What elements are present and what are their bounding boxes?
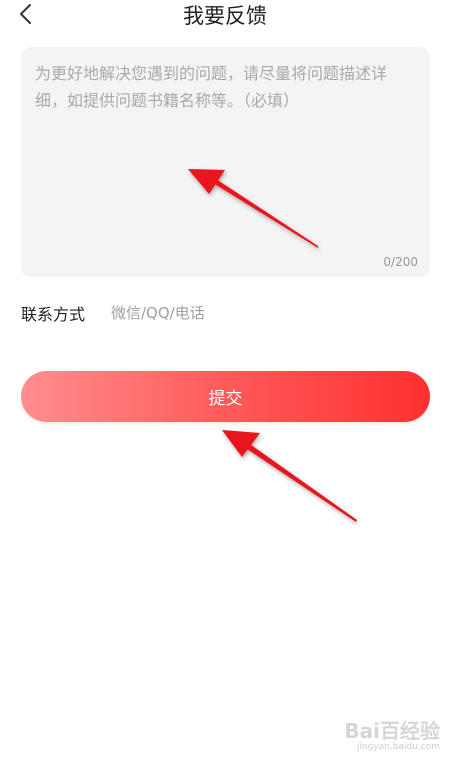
contact-input[interactable] (111, 298, 430, 328)
feedback-box: 0/200 (21, 47, 430, 277)
char-counter: 0/200 (383, 255, 418, 269)
watermark: Bai百经验 jingyan.baidu.com (344, 720, 440, 752)
feedback-textarea[interactable] (21, 47, 430, 247)
page-title: 我要反馈 (183, 4, 267, 28)
header: 我要反馈 (0, 0, 450, 34)
watermark-logo: Bai百经验 (344, 719, 440, 743)
submit-button[interactable]: 提交 (21, 371, 430, 422)
contact-label: 联系方式 (21, 305, 86, 324)
feedback-page: 我要反馈 0/200 联系方式 提交 Bai百经验 jingyan.baidu.… (0, 0, 450, 760)
contact-row: 联系方式 (21, 296, 430, 330)
arrow-to-submit (222, 430, 357, 522)
watermark-url: jingyan.baidu.com (356, 742, 440, 752)
